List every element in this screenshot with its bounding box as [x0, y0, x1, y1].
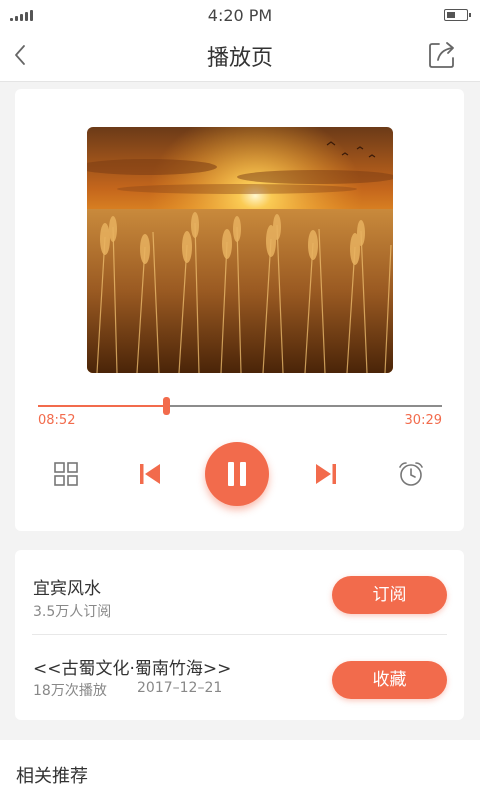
program-title: 宜宾风水: [33, 579, 101, 599]
battery-icon: [444, 9, 471, 21]
episode-row: <<古蜀文化·蜀南竹海>> 18万次播放 2017–12–21 收藏: [15, 635, 464, 720]
subscribe-button[interactable]: 订阅: [332, 576, 447, 614]
pause-button[interactable]: [205, 442, 269, 506]
play-count: 18万次播放: [33, 683, 107, 699]
recommend-title: 相关推荐: [16, 766, 88, 787]
episode-title: <<古蜀文化·蜀南竹海>>: [33, 659, 232, 679]
status-time: 4:20 PM: [207, 6, 273, 25]
previous-button[interactable]: [139, 462, 161, 486]
nav-bar: 播放页: [0, 30, 480, 82]
next-icon: [316, 464, 336, 484]
current-time: 08:52: [38, 413, 76, 428]
share-icon: [429, 42, 454, 68]
episode-date: 2017–12–21: [137, 680, 223, 696]
player-card: 08:52 30:29: [15, 89, 464, 531]
page-title: 播放页: [206, 46, 273, 71]
program-row: 宜宾风水 3.5万人订阅 订阅: [15, 550, 464, 635]
progress-fill: [38, 405, 167, 407]
progress-bar[interactable]: [38, 397, 442, 415]
album-cover: [87, 127, 393, 373]
progress-knob[interactable]: [163, 397, 171, 415]
alarm-clock-icon: [399, 462, 423, 486]
subscriber-count: 3.5万人订阅: [33, 604, 112, 620]
status-bar: 4:20 PM: [0, 0, 480, 30]
grid-icon: [54, 462, 78, 486]
share-button[interactable]: [426, 39, 458, 71]
info-card: 宜宾风水 3.5万人订阅 订阅 <<古蜀文化·蜀南竹海>> 18万次播放 201…: [15, 550, 464, 720]
favorite-button[interactable]: 收藏: [332, 661, 447, 699]
recommend-section: 相关推荐: [0, 740, 480, 800]
total-time: 30:29: [404, 413, 442, 428]
timer-button[interactable]: [397, 460, 425, 488]
next-button[interactable]: [315, 462, 337, 486]
previous-icon: [140, 464, 160, 484]
playlist-button[interactable]: [53, 461, 79, 487]
